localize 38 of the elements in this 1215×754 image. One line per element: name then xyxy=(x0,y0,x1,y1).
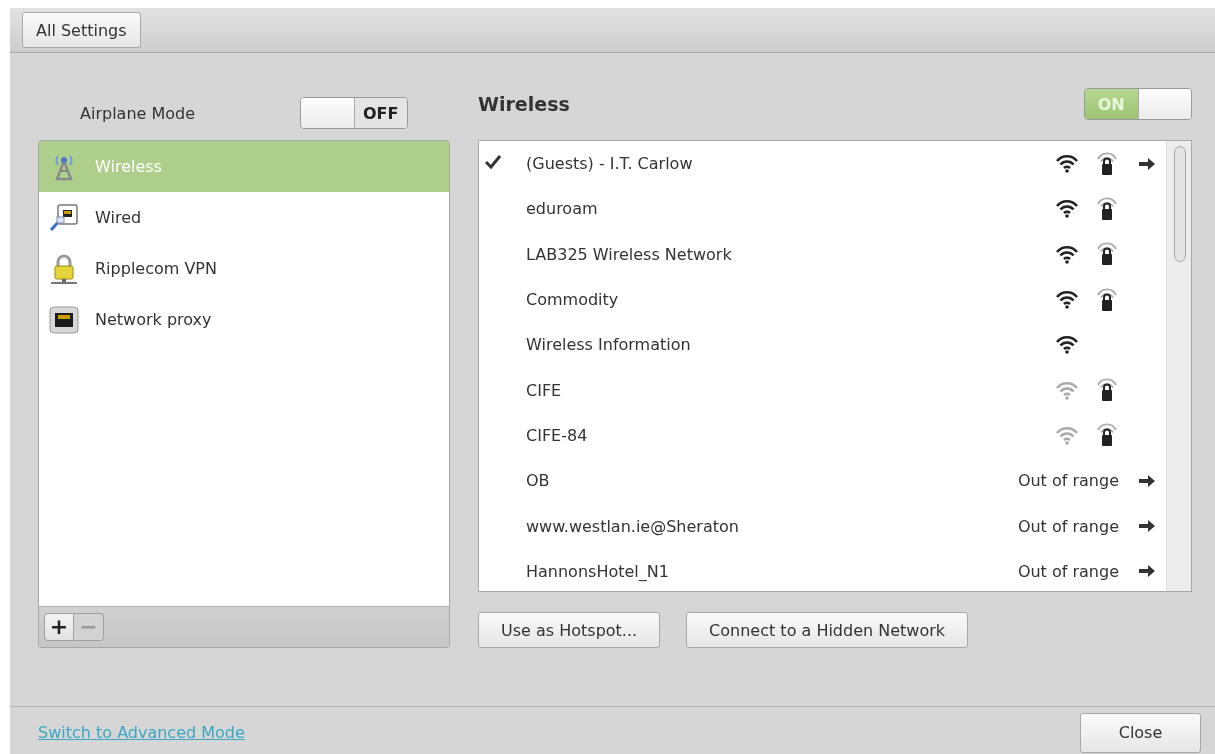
padlock-icon xyxy=(48,252,80,285)
device-item[interactable]: Network proxy xyxy=(39,294,449,345)
network-name: LAB325 Wireless Network xyxy=(526,244,732,264)
network-name: (Guests) - I.T. Carlow xyxy=(526,154,693,174)
ethernet-port-icon xyxy=(48,303,80,336)
network-row[interactable]: Wireless Information xyxy=(479,322,1167,368)
action-button[interactable]: Use as Hotspot... xyxy=(478,612,661,648)
network-status: Out of range xyxy=(1017,471,1120,491)
network-status: Out of range xyxy=(1017,516,1120,536)
scrollbar-thumb[interactable] xyxy=(1174,146,1186,262)
network-name: CIFE-84 xyxy=(526,425,588,445)
airplane-mode-label: Airplane Mode xyxy=(80,103,197,123)
network-row[interactable]: CIFE xyxy=(479,367,1167,413)
network-row[interactable]: eduroam xyxy=(479,186,1167,232)
network-name: CIFE xyxy=(526,380,562,400)
network-name: eduroam xyxy=(526,199,598,219)
device-item[interactable]: Wired xyxy=(39,192,449,243)
section-title: Wireless xyxy=(478,93,570,115)
add-button[interactable]: + xyxy=(44,613,74,641)
close-button[interactable]: Close xyxy=(1080,712,1201,753)
network-name: HannonsHotel_N1 xyxy=(526,561,669,581)
network-status: Out of range xyxy=(1017,561,1120,581)
network-row[interactable]: LAB325 Wireless Network xyxy=(479,231,1167,277)
network-name: www.westlan.ie@Sheraton xyxy=(526,516,739,536)
action-button[interactable]: Connect to a Hidden Network xyxy=(686,612,969,648)
toggle-switch[interactable]: OFF xyxy=(300,97,408,129)
network-row[interactable]: (Guests) - I.T. Carlow xyxy=(479,141,1167,187)
network-name: OB xyxy=(526,471,550,491)
network-row[interactable]: Commodity xyxy=(479,276,1167,323)
ethernet-cable-icon xyxy=(48,201,80,234)
all-settings-button[interactable]: All Settings xyxy=(22,12,141,48)
network-row[interactable]: CIFE-84 xyxy=(479,412,1167,459)
network-name: Wireless Information xyxy=(526,335,691,355)
network-row[interactable]: HannonsHotel_N1 Out of range xyxy=(479,548,1167,591)
network-name: Commodity xyxy=(526,290,619,310)
network-row[interactable]: www.westlan.ie@Sheraton Out of range xyxy=(479,503,1167,549)
network-row[interactable]: OB Out of range xyxy=(479,458,1167,504)
device-item[interactable]: Ripplecom VPN xyxy=(39,243,449,294)
